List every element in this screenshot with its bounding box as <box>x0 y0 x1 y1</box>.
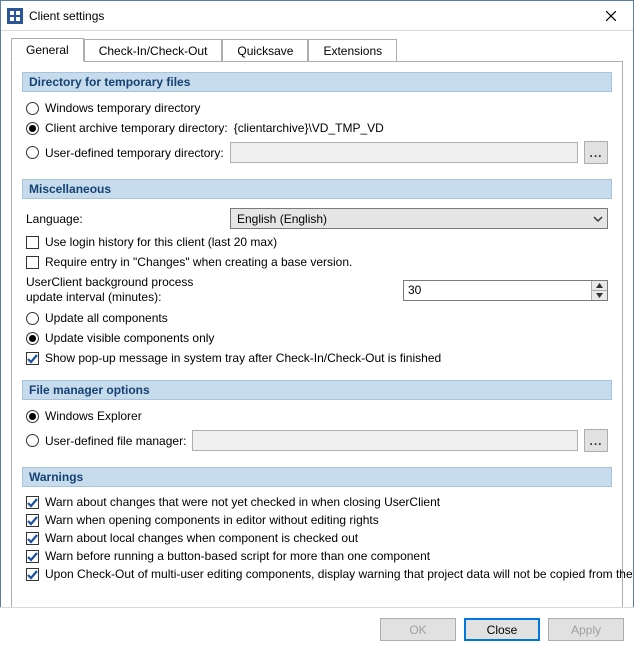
radio-userdef-tempdir[interactable] <box>26 146 39 159</box>
chevron-down-icon <box>596 293 603 298</box>
label-warn-multiuser-checkout: Upon Check-Out of multi-user editing com… <box>45 567 634 581</box>
userdef-filemgr-input[interactable] <box>192 430 578 451</box>
radio-windows-tempdir[interactable] <box>26 102 39 115</box>
checkbox-warn-uncommitted[interactable] <box>26 496 39 509</box>
label-windows-explorer: Windows Explorer <box>45 409 142 423</box>
apply-button[interactable]: Apply <box>548 618 624 641</box>
window-close-button[interactable] <box>588 1 633 31</box>
bg-update-interval-spinner[interactable]: 30 <box>403 280 608 301</box>
tab-extensions[interactable]: Extensions <box>308 39 397 62</box>
client-archive-path: {clientarchive}\VD_TMP_VD <box>234 121 384 135</box>
radio-update-all[interactable] <box>26 312 39 325</box>
userdef-tempdir-input[interactable] <box>230 142 578 163</box>
chevron-up-icon <box>596 283 603 288</box>
language-value: English (English) <box>237 212 327 226</box>
label-bg-update-interval: UserClient background process update int… <box>26 275 226 305</box>
label-warn-uncommitted: Warn about changes that were not yet che… <box>45 495 440 509</box>
label-warn-local-changes: Warn about local changes when component … <box>45 531 358 545</box>
chevron-down-icon <box>593 214 603 224</box>
radio-client-archive-tempdir[interactable] <box>26 122 39 135</box>
label-update-all: Update all components <box>45 311 168 325</box>
radio-update-visible[interactable] <box>26 332 39 345</box>
label-login-history: Use login history for this client (last … <box>45 235 277 249</box>
tab-checkin-checkout[interactable]: Check-In/Check-Out <box>84 39 223 62</box>
tab-strip: General Check-In/Check-Out Quicksave Ext… <box>11 37 623 61</box>
section-header-tempdir: Directory for temporary files <box>22 72 612 92</box>
label-update-visible: Update visible components only <box>45 331 214 345</box>
ok-button[interactable]: OK <box>380 618 456 641</box>
close-icon <box>606 11 616 21</box>
checkbox-warn-local-changes[interactable] <box>26 532 39 545</box>
browse-filemgr-button[interactable]: ... <box>584 429 608 452</box>
label-require-changes: Require entry in "Changes" when creating… <box>45 255 352 269</box>
dialog-footer: OK Close Apply <box>0 607 634 651</box>
checkbox-warn-button-script[interactable] <box>26 550 39 563</box>
label-popup-tray: Show pop-up message in system tray after… <box>45 351 441 365</box>
language-select[interactable]: English (English) <box>230 208 608 229</box>
label-userdef-filemgr: User-defined file manager: <box>45 434 186 448</box>
checkbox-warn-no-edit-rights[interactable] <box>26 514 39 527</box>
title-bar: Client settings <box>1 1 633 31</box>
radio-windows-explorer[interactable] <box>26 410 39 423</box>
tab-general[interactable]: General <box>11 38 84 62</box>
checkbox-warn-multiuser-checkout[interactable] <box>26 568 39 581</box>
spinner-down-button[interactable] <box>592 291 607 300</box>
browse-tempdir-button[interactable]: ... <box>584 141 608 164</box>
label-client-archive-tempdir: Client archive temporary directory: <box>45 121 228 135</box>
spinner-up-button[interactable] <box>592 281 607 291</box>
label-userdef-tempdir: User-defined temporary directory: <box>45 146 224 160</box>
checkbox-require-changes[interactable] <box>26 256 39 269</box>
section-header-misc: Miscellaneous <box>22 179 612 199</box>
app-icon <box>7 8 23 24</box>
section-header-filemgr: File manager options <box>22 380 612 400</box>
section-header-warnings: Warnings <box>22 467 612 487</box>
window-title: Client settings <box>29 9 588 23</box>
checkbox-login-history[interactable] <box>26 236 39 249</box>
language-label: Language: <box>26 212 224 226</box>
bg-update-interval-value: 30 <box>408 283 591 297</box>
tab-content-general: Directory for temporary files Windows te… <box>11 61 623 630</box>
close-button[interactable]: Close <box>464 618 540 641</box>
label-warn-button-script: Warn before running a button-based scrip… <box>45 549 430 563</box>
label-warn-no-edit-rights: Warn when opening components in editor w… <box>45 513 379 527</box>
tab-quicksave[interactable]: Quicksave <box>222 39 308 62</box>
checkbox-popup-tray[interactable] <box>26 352 39 365</box>
label-windows-tempdir: Windows temporary directory <box>45 101 200 115</box>
radio-userdef-filemgr[interactable] <box>26 434 39 447</box>
